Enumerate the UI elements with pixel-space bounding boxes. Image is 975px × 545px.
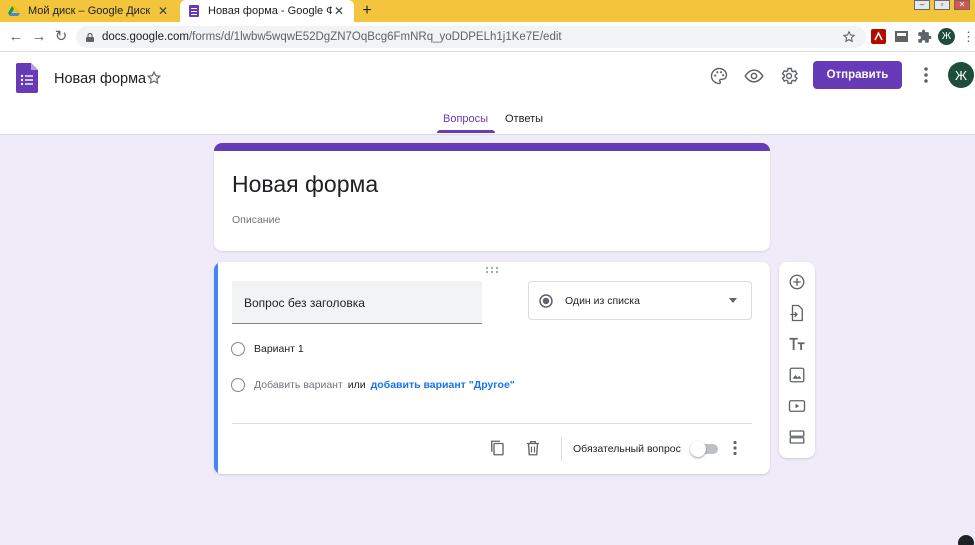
profile-avatar[interactable]: Ж bbox=[938, 28, 955, 45]
acrobat-extension-icon[interactable] bbox=[871, 29, 886, 44]
browser-tab-forms[interactable]: Новая форма - Google Формы ✕ bbox=[180, 0, 354, 22]
google-forms-icon bbox=[189, 5, 199, 17]
browser-tab-drive[interactable]: Мой диск – Google Диск ✕ bbox=[0, 0, 178, 22]
add-section-icon[interactable] bbox=[788, 428, 806, 446]
duplicate-icon[interactable] bbox=[488, 439, 506, 457]
dropdown-arrow-icon bbox=[729, 298, 737, 303]
lock-icon bbox=[86, 32, 94, 42]
required-label: Обязательный вопрос bbox=[573, 443, 681, 455]
delete-trash-icon[interactable] bbox=[524, 439, 542, 457]
forward-button[interactable]: → bbox=[29, 27, 49, 47]
back-button[interactable]: ← bbox=[6, 27, 26, 47]
close-icon[interactable]: ✕ bbox=[156, 4, 170, 18]
tab-responses[interactable]: Ответы bbox=[505, 113, 543, 125]
send-button[interactable]: Отправить bbox=[813, 61, 902, 89]
add-question-icon[interactable] bbox=[788, 273, 806, 291]
star-icon[interactable] bbox=[146, 70, 162, 86]
tab-title: Новая форма - Google Формы bbox=[208, 5, 332, 17]
toggle-knob bbox=[690, 441, 706, 457]
more-vert-icon[interactable] bbox=[726, 439, 744, 457]
browser-menu-icon[interactable]: ⋮ bbox=[962, 28, 975, 46]
url-host: docs.google.com bbox=[102, 31, 189, 43]
new-tab-button[interactable]: + bbox=[358, 2, 376, 20]
maximize-button[interactable]: ▫ bbox=[934, 0, 950, 10]
more-vert-icon[interactable] bbox=[916, 65, 936, 85]
add-other-link[interactable]: добавить вариант "Другое" bbox=[371, 379, 515, 391]
google-drive-icon bbox=[8, 6, 20, 16]
radio-icon bbox=[231, 342, 245, 356]
card-divider bbox=[232, 423, 752, 424]
question-type-select[interactable]: Один из списка bbox=[528, 281, 752, 320]
add-image-icon[interactable] bbox=[788, 366, 806, 384]
question-card[interactable]: Вопрос без заголовка Один из списка Вари… bbox=[214, 262, 770, 474]
add-title-icon[interactable] bbox=[788, 335, 806, 353]
settings-gear-icon[interactable] bbox=[779, 66, 799, 86]
browser-tabstrip: Мой диск – Google Диск ✕ Новая форма - G… bbox=[0, 0, 975, 22]
floating-toolbar bbox=[779, 262, 815, 458]
import-questions-icon[interactable] bbox=[788, 304, 806, 322]
option-row[interactable]: Вариант 1 bbox=[231, 342, 304, 356]
required-toggle[interactable] bbox=[690, 441, 718, 457]
or-text: или bbox=[347, 379, 366, 391]
add-video-icon[interactable] bbox=[788, 397, 806, 415]
puzzle-icon[interactable] bbox=[917, 29, 932, 44]
browser-toolbar: ← → ↻ docs.google.com/forms/d/1lwbw5wqwE… bbox=[0, 22, 975, 52]
form-title[interactable]: Новая форма bbox=[232, 171, 378, 198]
footer-separator bbox=[561, 437, 562, 461]
title-card-accent bbox=[214, 143, 770, 151]
close-icon[interactable]: ✕ bbox=[332, 4, 346, 18]
url-path: /forms/d/1lwbw5wqwE52DgZN7OqBcg6FmNRq_yo… bbox=[188, 31, 562, 43]
form-title-card: Новая форма Описание bbox=[214, 143, 770, 251]
active-tab-indicator bbox=[437, 130, 495, 133]
tab-questions[interactable]: Вопросы bbox=[443, 113, 488, 125]
palette-icon[interactable] bbox=[709, 66, 729, 86]
preview-eye-icon[interactable] bbox=[744, 66, 764, 86]
document-title[interactable]: Новая форма bbox=[54, 71, 146, 87]
address-bar[interactable]: docs.google.com/forms/d/1lwbw5wqwE52DgZN… bbox=[76, 26, 866, 48]
add-option-row: Добавить вариант или добавить вариант "Д… bbox=[231, 378, 515, 392]
option-label[interactable]: Вариант 1 bbox=[254, 343, 304, 355]
help-icon[interactable] bbox=[958, 535, 974, 545]
minimize-button[interactable]: – bbox=[914, 0, 930, 10]
reload-button[interactable]: ↻ bbox=[51, 27, 71, 47]
active-card-indicator bbox=[214, 262, 218, 474]
drag-handle-icon[interactable] bbox=[485, 266, 499, 274]
radio-checked-icon bbox=[539, 293, 553, 308]
google-forms-logo-icon[interactable] bbox=[16, 63, 38, 93]
forms-header: Новая форма Отправить Ж Вопросы Ответы bbox=[0, 52, 975, 135]
tab-title: Мой диск – Google Диск bbox=[28, 5, 151, 17]
radio-icon bbox=[231, 378, 245, 392]
question-type-label: Один из списка bbox=[565, 294, 640, 307]
question-title-input[interactable]: Вопрос без заголовка bbox=[232, 281, 482, 324]
window-close-button[interactable]: ✕ bbox=[954, 0, 970, 10]
bookmark-star-icon[interactable] bbox=[842, 30, 856, 44]
add-option-link[interactable]: Добавить вариант bbox=[254, 379, 343, 391]
form-description-field[interactable]: Описание bbox=[232, 214, 280, 226]
account-avatar[interactable]: Ж bbox=[948, 62, 974, 88]
extension-icon[interactable] bbox=[894, 29, 909, 44]
